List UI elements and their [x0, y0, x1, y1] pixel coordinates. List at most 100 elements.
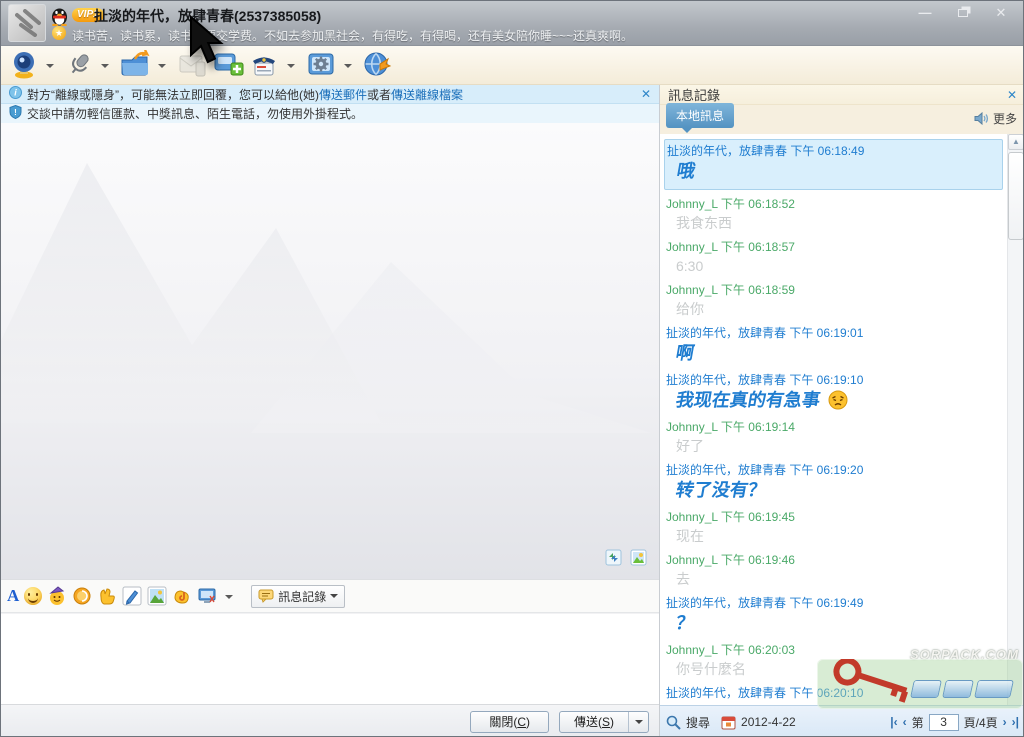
calendar-icon[interactable]: [721, 715, 736, 730]
screenshot-dropdown[interactable]: [225, 595, 233, 599]
last-page-icon[interactable]: ›|: [1012, 715, 1019, 729]
left-column: i 對方“離線或隱身”，可能無法立即回覆，您可以給他(她)傳送郵件或者傳送離線檔…: [1, 85, 659, 737]
search-icon[interactable]: [666, 715, 681, 730]
shield-icon: !: [9, 105, 22, 122]
message-item[interactable]: Johnny_L 下午 06:18:59给你: [666, 277, 1003, 320]
offline-notice-text: 對方“離線或隱身”，可能無法立即回覆，您可以給他(她): [27, 86, 319, 103]
message-item[interactable]: 扯淡的年代，放肆青春 下午 06:19:49？: [666, 590, 1003, 637]
message-item[interactable]: 扯淡的年代，放肆青春 下午 06:19:10我现在真的有急事: [666, 367, 1003, 414]
send-options-dropdown[interactable]: [628, 712, 648, 732]
chevron-down-icon: [330, 594, 338, 598]
qq-penguin-icon: [51, 7, 68, 26]
chat-bubble-icon: [258, 589, 274, 603]
message-header: Johnny_L 下午 06:18:59: [666, 282, 1003, 298]
message-text: 你号什麼名: [666, 658, 1003, 680]
send-file-button[interactable]: [119, 50, 151, 80]
message-text: 6:30: [666, 255, 1003, 277]
window-shake-icon[interactable]: [72, 586, 92, 606]
page-prefix: 第: [912, 714, 924, 731]
report-button[interactable]: [248, 50, 280, 80]
message-item[interactable]: 扯淡的年代，放肆青春 下午 06:20:10: [666, 680, 1003, 705]
font-style-icon[interactable]: A: [7, 586, 19, 606]
page-number-input[interactable]: [929, 714, 959, 731]
message-item[interactable]: 扯淡的年代，放肆青春 下午 06:19:20转了没有？: [666, 457, 1003, 504]
chat-display-area[interactable]: [1, 123, 659, 579]
history-panel-header: 訊息記錄 ✕: [660, 85, 1024, 105]
screenshot-icon[interactable]: [197, 586, 217, 606]
send-mail-link[interactable]: 傳送郵件: [319, 86, 367, 103]
first-page-icon[interactable]: |‹: [890, 715, 897, 729]
pager: |‹ ‹ 第 頁/4頁 › ›|: [890, 714, 1019, 731]
send-sms-button[interactable]: [176, 50, 208, 80]
window-title: 扯淡的年代，放肆青春(2537385058): [94, 6, 321, 26]
message-input-area[interactable]: [1, 614, 659, 704]
apps-button[interactable]: [305, 50, 337, 80]
title-bar[interactable]: VIP1 ★ 扯淡的年代，放肆青春(2537385058) 读书苦，读书累，读书…: [1, 1, 1024, 46]
scrollbar-thumb[interactable]: [1008, 152, 1024, 240]
message-history-button[interactable]: 訊息記錄: [251, 585, 345, 608]
apps-dropdown[interactable]: [344, 64, 352, 68]
more-label: 更多: [993, 110, 1017, 127]
message-text: ？: [666, 611, 1003, 637]
history-panel-close-icon[interactable]: ✕: [1007, 88, 1017, 102]
gift-icon[interactable]: [97, 586, 117, 606]
history-scrollbar[interactable]: ▲: [1007, 134, 1024, 705]
send-button-group[interactable]: 傳送(S): [559, 711, 649, 733]
scene-picker-icon[interactable]: [630, 549, 647, 571]
message-item[interactable]: Johnny_L 下午 06:19:46去: [666, 547, 1003, 590]
magic-emoticon-icon[interactable]: [47, 586, 67, 606]
share-button[interactable]: [362, 50, 394, 80]
tab-local-messages[interactable]: 本地訊息: [666, 103, 734, 128]
expand-view-icon[interactable]: [605, 549, 622, 571]
video-call-button[interactable]: [9, 50, 39, 80]
send-file-dropdown[interactable]: [158, 64, 166, 68]
message-item[interactable]: Johnny_L 下午 06:18:52我食东西: [666, 191, 1003, 234]
info-icon: i: [9, 86, 22, 102]
message-text: 给你: [666, 298, 1003, 320]
create-group-button[interactable]: [212, 50, 244, 80]
message-item[interactable]: Johnny_L 下午 06:19:14好了: [666, 414, 1003, 457]
video-call-dropdown[interactable]: [46, 64, 54, 68]
prev-page-icon[interactable]: ‹: [903, 715, 907, 729]
audio-message-icon[interactable]: [172, 586, 192, 606]
message-text: 我现在真的有急事: [666, 388, 1003, 414]
report-dropdown[interactable]: [287, 64, 295, 68]
history-date[interactable]: 2012-4-22: [741, 715, 796, 729]
message-header: Johnny_L 下午 06:19:14: [666, 419, 1003, 435]
handwriting-icon[interactable]: [122, 586, 142, 606]
peer-signature: 读书苦，读书累，读书还要交学费。不如去参加黑社会，有得吃，有得喝，还有美女陪你睡…: [72, 27, 932, 44]
message-header: 扯淡的年代，放肆青春 下午 06:20:10: [666, 685, 1003, 701]
minimize-button[interactable]: —: [911, 4, 939, 23]
offline-notice-close-icon[interactable]: ✕: [641, 87, 651, 101]
send-offline-file-link[interactable]: 傳送離線檔案: [391, 86, 463, 103]
send-image-icon[interactable]: [147, 586, 167, 606]
search-label[interactable]: 搜尋: [686, 714, 710, 731]
message-history-panel: 訊息記錄 ✕ 本地訊息 更多 扯淡的年代，放肆青春 下午 06:18:49哦Jo…: [659, 85, 1024, 737]
scroll-up-icon[interactable]: ▲: [1008, 134, 1024, 150]
message-item[interactable]: Johnny_L 下午 06:18:576:30: [666, 234, 1003, 277]
message-history-label: 訊息記錄: [278, 588, 326, 605]
message-item[interactable]: 扯淡的年代，放肆青春 下午 06:19:01啊: [666, 320, 1003, 367]
peer-avatar[interactable]: [8, 4, 46, 42]
message-item[interactable]: 扯淡的年代，放肆青春 下午 06:18:49哦: [664, 139, 1003, 190]
main-toolbar: [1, 46, 1024, 85]
message-text: 哦: [667, 159, 1002, 185]
send-button[interactable]: 傳送(S): [560, 712, 628, 732]
close-chat-button[interactable]: 關閉(C): [470, 711, 549, 733]
emoticon-icon[interactable]: [24, 587, 42, 605]
more-menu[interactable]: 更多: [974, 110, 1017, 127]
input-toolbar: A 訊息記錄: [1, 579, 659, 613]
close-button[interactable]: ✕: [987, 4, 1015, 23]
voice-call-dropdown[interactable]: [101, 64, 109, 68]
message-item[interactable]: Johnny_L 下午 06:19:45现在: [666, 504, 1003, 547]
offline-notice-middle: 或者: [367, 86, 391, 103]
message-item[interactable]: Johnny_L 下午 06:20:03你号什麼名: [666, 637, 1003, 680]
message-header: 扯淡的年代，放肆青春 下午 06:19:20: [666, 462, 1003, 478]
restore-button[interactable]: [949, 4, 977, 23]
voice-call-button[interactable]: [64, 50, 94, 80]
message-list: 扯淡的年代，放肆青春 下午 06:18:49哦Johnny_L 下午 06:18…: [660, 134, 1024, 705]
message-header: Johnny_L 下午 06:20:03: [666, 642, 1003, 658]
message-text: 我食东西: [666, 212, 1003, 234]
next-page-icon[interactable]: ›: [1003, 715, 1007, 729]
message-text: 啊: [666, 341, 1003, 367]
